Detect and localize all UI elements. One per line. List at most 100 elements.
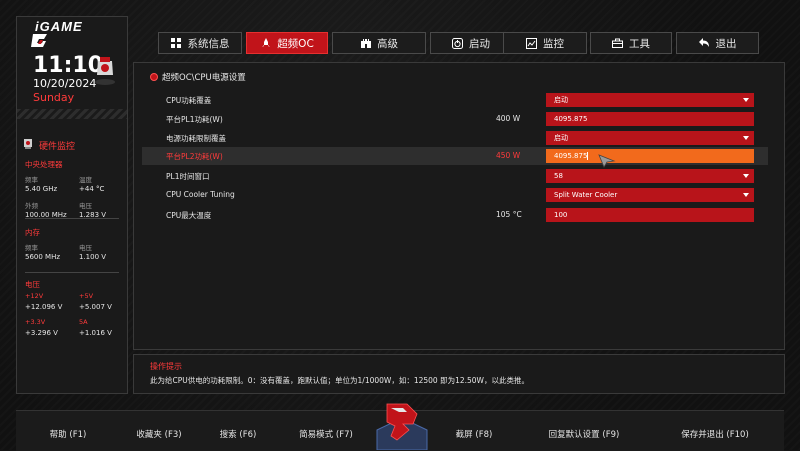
setting-dropdown[interactable]: Split Water Cooler	[546, 188, 754, 202]
grid-icon	[171, 38, 182, 49]
input-value: 100	[554, 211, 568, 219]
hardware-monitor-icon	[24, 139, 32, 149]
power-icon	[452, 37, 463, 49]
castle-icon	[360, 38, 371, 49]
breadcrumb: 超频OC\CPU电源设置	[150, 71, 246, 83]
setting-current-value: 105 °C	[496, 210, 522, 219]
tab-label: 启动	[469, 37, 490, 50]
chevron-down-icon	[743, 98, 749, 102]
setting-row-cpu-cooler-tuning[interactable]: CPU Cooler Tuning Split Water Cooler	[142, 186, 768, 204]
cpu-temp-label: 温度	[79, 176, 92, 184]
tab-label: 超频OC	[277, 37, 314, 50]
setting-dropdown[interactable]: 启动	[546, 93, 754, 107]
cpu-ext-freq-label: 外频	[25, 202, 38, 210]
memory-voltage-label: 电压	[79, 244, 92, 252]
tab-advanced[interactable]: 高级	[332, 32, 426, 54]
favorites-f3-button[interactable]: 收藏夹 (F3)	[136, 428, 181, 440]
toolbox-icon	[612, 38, 623, 49]
memory-section-title: 内存	[25, 228, 40, 237]
setting-input[interactable]: 4095.875	[546, 112, 754, 126]
setting-row-pl1-power[interactable]: 平台PL1功耗(W) 400 W 4095.875	[142, 110, 768, 128]
v5-value: +5.007 V	[79, 303, 112, 311]
load-defaults-f9-button[interactable]: 回复默认设置 (F9)	[549, 428, 620, 440]
search-f6-button[interactable]: 搜索 (F6)	[220, 428, 257, 440]
screenshot-f8-button[interactable]: 截屏 (F8)	[456, 428, 493, 440]
v33-value: +3.296 V	[25, 329, 58, 337]
setting-row-power-limit-override[interactable]: 电源功耗限制覆盖 启动	[142, 129, 768, 147]
v5-label: +5V	[79, 292, 94, 300]
tab-tools[interactable]: 工具	[590, 32, 672, 54]
help-panel: 操作提示 此为给CPU供电的功耗限制。0：没有覆盖，跑默认值；单位为1/1000…	[133, 354, 785, 394]
help-title: 操作提示	[150, 362, 182, 371]
tab-system-info[interactable]: 系统信息	[158, 32, 242, 54]
mouse-pointer-icon	[598, 154, 616, 168]
rocket-icon	[260, 38, 271, 49]
memory-freq-value: 5600 MHz	[25, 253, 61, 261]
clock-weekday: Sunday	[33, 91, 75, 104]
cpu-voltage-label: 电压	[79, 202, 92, 210]
tab-label: 退出	[715, 37, 737, 50]
settings-panel: 超频OC\CPU电源设置 CPU功耗覆盖 启动 平台PL1功耗(W) 400 W…	[133, 62, 785, 350]
setting-row-pl2-power[interactable]: 平台PL2功耗(W) 450 W 4095.875	[142, 147, 768, 165]
v5sb-label: 5A	[79, 318, 88, 326]
setting-label: CPU功耗覆盖	[166, 96, 212, 105]
memory-voltage-value: 1.100 V	[79, 253, 107, 261]
cpu-temp-value: +44 °C	[79, 185, 105, 193]
setting-label: PL1时间窗口	[166, 172, 210, 181]
setting-label: CPU最大温度	[166, 211, 212, 220]
decor-stripes	[17, 109, 127, 119]
setting-row-cpu-power-override[interactable]: CPU功耗覆盖 启动	[142, 91, 768, 109]
setting-dropdown[interactable]: 启动	[546, 131, 754, 145]
input-value: 4095.875	[554, 152, 589, 160]
left-info-panel: iGAME 11:10 10/20/2024 Sunday 硬件监控 中央处理器…	[16, 16, 128, 394]
tab-label: 监控	[543, 37, 564, 50]
v12-label: +12V	[25, 292, 44, 300]
setting-input[interactable]: 100	[546, 208, 754, 222]
cpu-section-title: 中央处理器	[25, 160, 63, 169]
setting-dropdown[interactable]: 58	[546, 169, 754, 183]
divider	[25, 218, 119, 219]
setting-row-cpu-max-temp[interactable]: CPU最大温度 105 °C 100	[142, 206, 768, 224]
save-exit-f10-button[interactable]: 保存并退出 (F10)	[681, 428, 749, 440]
setting-row-pl1-time-window[interactable]: PL1时间窗口 58	[142, 167, 768, 185]
chevron-down-icon	[743, 174, 749, 178]
brand-text: iGAME	[35, 19, 83, 34]
tab-label: 系统信息	[187, 37, 230, 50]
cpu-freq-value: 5.40 GHz	[25, 185, 58, 193]
easy-mode-f7-button[interactable]: 简易模式 (F7)	[299, 428, 353, 440]
tab-label: 高级	[377, 37, 398, 50]
setting-label: 平台PL2功耗(W)	[166, 152, 223, 161]
mascot-robot-icon	[95, 57, 115, 85]
setting-label: 电源功耗限制覆盖	[166, 134, 226, 143]
setting-input-active[interactable]: 4095.875	[546, 149, 754, 163]
setting-current-value: 400 W	[496, 114, 521, 123]
igame-emblem-icon	[376, 403, 428, 450]
tab-boot[interactable]: 启动	[430, 32, 512, 54]
v5sb-value: +1.016 V	[79, 329, 112, 337]
help-text: 此为给CPU供电的功耗限制。0：没有覆盖，跑默认值；单位为1/1000W，如：1…	[150, 376, 529, 385]
tab-label: 工具	[629, 37, 650, 50]
chevron-down-icon	[743, 136, 749, 140]
tab-exit[interactable]: 退出	[676, 32, 759, 54]
setting-current-value: 450 W	[496, 151, 521, 160]
v12-value: +12.096 V	[25, 303, 63, 311]
memory-freq-label: 频率	[25, 244, 38, 252]
tab-monitor[interactable]: 监控	[503, 32, 587, 54]
dropdown-value: 58	[554, 172, 563, 180]
return-icon	[698, 38, 710, 49]
dropdown-value: 启动	[554, 134, 568, 142]
hardware-monitor-title: 硬件监控	[39, 142, 76, 152]
v33-label: +3.3V	[25, 318, 46, 326]
chart-icon	[526, 37, 537, 49]
divider	[25, 272, 119, 273]
breadcrumb-text: 超频OC\CPU电源设置	[162, 73, 246, 83]
cpu-freq-label: 频率	[25, 176, 38, 184]
dropdown-value: Split Water Cooler	[554, 191, 618, 199]
chevron-down-icon	[743, 193, 749, 197]
power-section-title: 电压	[25, 280, 40, 289]
help-f1-button[interactable]: 帮助 (F1)	[50, 428, 87, 440]
dropdown-value: 启动	[554, 96, 568, 104]
input-value: 4095.875	[554, 115, 588, 123]
setting-label: 平台PL1功耗(W)	[166, 115, 223, 124]
tab-overclock[interactable]: 超频OC	[246, 32, 328, 54]
